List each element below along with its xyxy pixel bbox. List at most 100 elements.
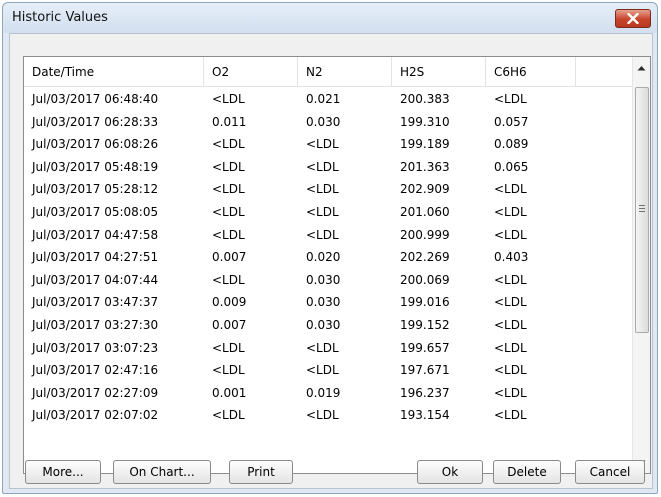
print-button[interactable]: Print [229, 460, 293, 484]
column-header-filler [576, 57, 633, 87]
cell-datetime: Jul/03/2017 05:28:12 [32, 182, 159, 197]
cell-n2: <LDL [306, 408, 339, 423]
cell-h2s: 200.999 [400, 227, 450, 242]
grip-line [639, 205, 645, 206]
column-header-o2[interactable]: O2 [204, 57, 298, 87]
column-header-h2s[interactable]: H2S [392, 57, 486, 87]
cell-h2s: 202.269 [400, 250, 450, 265]
table-row[interactable]: Jul/03/2017 04:47:58 <LDL <LDL 200.999 <… [24, 224, 633, 247]
table-row[interactable]: Jul/03/2017 05:48:19 <LDL <LDL 201.363 0… [24, 156, 633, 179]
table-row[interactable]: Jul/03/2017 05:28:12 <LDL <LDL 202.909 <… [24, 178, 633, 201]
cell-h2s: 199.657 [400, 340, 450, 355]
cell-c6h6: <LDL [494, 92, 527, 106]
scroll-up-button[interactable] [633, 59, 650, 76]
cell-o2: 0.011 [212, 114, 247, 129]
cell-datetime: Jul/03/2017 04:27:51 [32, 250, 159, 265]
cell-h2s: 193.154 [400, 408, 450, 423]
cancel-button[interactable]: Cancel [575, 460, 645, 484]
cell-n2: 0.020 [306, 250, 341, 265]
cell-o2: 0.009 [212, 295, 247, 310]
cell-o2: <LDL [212, 363, 245, 378]
cell-datetime: Jul/03/2017 05:08:05 [32, 205, 159, 219]
cell-datetime: Jul/03/2017 06:48:40 [32, 92, 159, 106]
table-row[interactable]: Jul/03/2017 04:07:44 <LDL 0.030 200.069 … [24, 269, 633, 292]
cell-c6h6: <LDL [494, 227, 527, 242]
table-row[interactable]: Jul/03/2017 06:48:40 <LDL 0.021 200.383 … [24, 88, 633, 111]
ok-button[interactable]: Ok [417, 460, 483, 484]
cell-n2: <LDL [306, 340, 339, 355]
title-bar[interactable]: Historic Values [3, 3, 657, 33]
cell-o2: <LDL [212, 408, 245, 423]
table-row[interactable]: Jul/03/2017 03:47:37 0.009 0.030 199.016… [24, 291, 633, 314]
cell-datetime: Jul/03/2017 04:07:44 [32, 272, 159, 287]
cell-datetime: Jul/03/2017 05:48:19 [32, 159, 159, 174]
cell-n2: 0.030 [306, 318, 341, 332]
cell-o2: <LDL [212, 159, 245, 174]
cell-n2: 0.030 [306, 114, 341, 129]
delete-button[interactable]: Delete [493, 460, 561, 484]
cell-datetime: Jul/03/2017 03:27:30 [32, 318, 159, 332]
cell-c6h6: 0.065 [494, 159, 529, 174]
window-title: Historic Values [12, 10, 108, 25]
table-row[interactable]: Jul/03/2017 03:27:30 0.007 0.030 199.152… [24, 314, 633, 337]
cell-n2: 0.030 [306, 295, 341, 310]
scroll-thumb[interactable] [635, 87, 649, 333]
cell-n2: 0.030 [306, 272, 341, 287]
cell-c6h6: <LDL [494, 272, 527, 287]
cell-n2: <LDL [306, 182, 339, 197]
table-row[interactable]: Jul/03/2017 06:28:33 0.011 0.030 199.310… [24, 111, 633, 134]
cell-c6h6: <LDL [494, 385, 527, 400]
cell-n2: 0.021 [306, 92, 341, 106]
dialog-body: Date/Time O2 N2 H2S C6H6 Jul/03/2017 06:… [9, 33, 653, 489]
cell-n2: 0.019 [306, 385, 341, 400]
cell-datetime: Jul/03/2017 03:07:23 [32, 340, 159, 355]
cell-c6h6: <LDL [494, 408, 527, 423]
close-button[interactable] [615, 9, 651, 28]
cell-n2: <LDL [306, 227, 339, 242]
cell-o2: 0.007 [212, 318, 247, 332]
cell-datetime: Jul/03/2017 04:47:58 [32, 227, 159, 242]
grip-line [639, 211, 645, 212]
cell-o2: <LDL [212, 182, 245, 197]
cell-datetime: Jul/03/2017 06:08:26 [32, 137, 159, 152]
table-rows: Jul/03/2017 06:48:40 <LDL 0.021 200.383 … [24, 88, 633, 473]
cell-c6h6: 0.403 [494, 250, 529, 265]
cell-n2: <LDL [306, 205, 339, 219]
table-row[interactable]: Jul/03/2017 04:27:51 0.007 0.020 202.269… [24, 246, 633, 269]
table-row[interactable]: Jul/03/2017 06:08:26 <LDL <LDL 199.189 0… [24, 133, 633, 156]
table-row[interactable]: Jul/03/2017 02:07:02 <LDL <LDL 193.154 <… [24, 404, 633, 427]
cell-datetime: Jul/03/2017 03:47:37 [32, 295, 159, 310]
cell-datetime: Jul/03/2017 02:07:02 [32, 408, 159, 423]
table-row[interactable]: Jul/03/2017 02:27:09 0.001 0.019 196.237… [24, 382, 633, 405]
cell-h2s: 196.237 [400, 385, 450, 400]
vertical-scrollbar[interactable] [632, 57, 650, 473]
cell-o2: 0.001 [212, 385, 247, 400]
cell-n2: <LDL [306, 137, 339, 152]
on-chart-button[interactable]: On Chart... [113, 460, 211, 484]
more-button[interactable]: More... [25, 460, 101, 484]
table-row[interactable]: Jul/03/2017 05:08:05 <LDL <LDL 201.060 <… [24, 201, 633, 224]
column-header-n2[interactable]: N2 [298, 57, 392, 87]
cell-o2: <LDL [212, 340, 245, 355]
column-header-c6h6[interactable]: C6H6 [486, 57, 576, 87]
cell-c6h6: 0.089 [494, 137, 529, 152]
historic-values-dialog: Historic Values Date/Time O2 N2 H2S C6H6… [2, 2, 658, 494]
cell-h2s: 199.152 [400, 318, 450, 332]
cell-o2: <LDL [212, 92, 245, 106]
table-row[interactable]: Jul/03/2017 02:47:16 <LDL <LDL 197.671 <… [24, 359, 633, 382]
grip-line [639, 208, 645, 209]
cell-n2: <LDL [306, 363, 339, 378]
cell-c6h6: 0.057 [494, 114, 529, 129]
cell-o2: <LDL [212, 137, 245, 152]
cell-datetime: Jul/03/2017 06:28:33 [32, 114, 159, 129]
cell-datetime: Jul/03/2017 02:47:16 [32, 363, 159, 378]
column-header-datetime[interactable]: Date/Time [24, 57, 204, 87]
table-header: Date/Time O2 N2 H2S C6H6 [24, 57, 633, 87]
table-row[interactable]: Jul/03/2017 03:07:23 <LDL <LDL 199.657 <… [24, 337, 633, 360]
cell-c6h6: <LDL [494, 318, 527, 332]
historic-values-table[interactable]: Date/Time O2 N2 H2S C6H6 Jul/03/2017 06:… [23, 56, 651, 474]
arrow-up-icon [637, 65, 646, 70]
cell-o2: 0.007 [212, 250, 247, 265]
close-icon [627, 13, 639, 24]
cell-h2s: 199.310 [400, 114, 450, 129]
